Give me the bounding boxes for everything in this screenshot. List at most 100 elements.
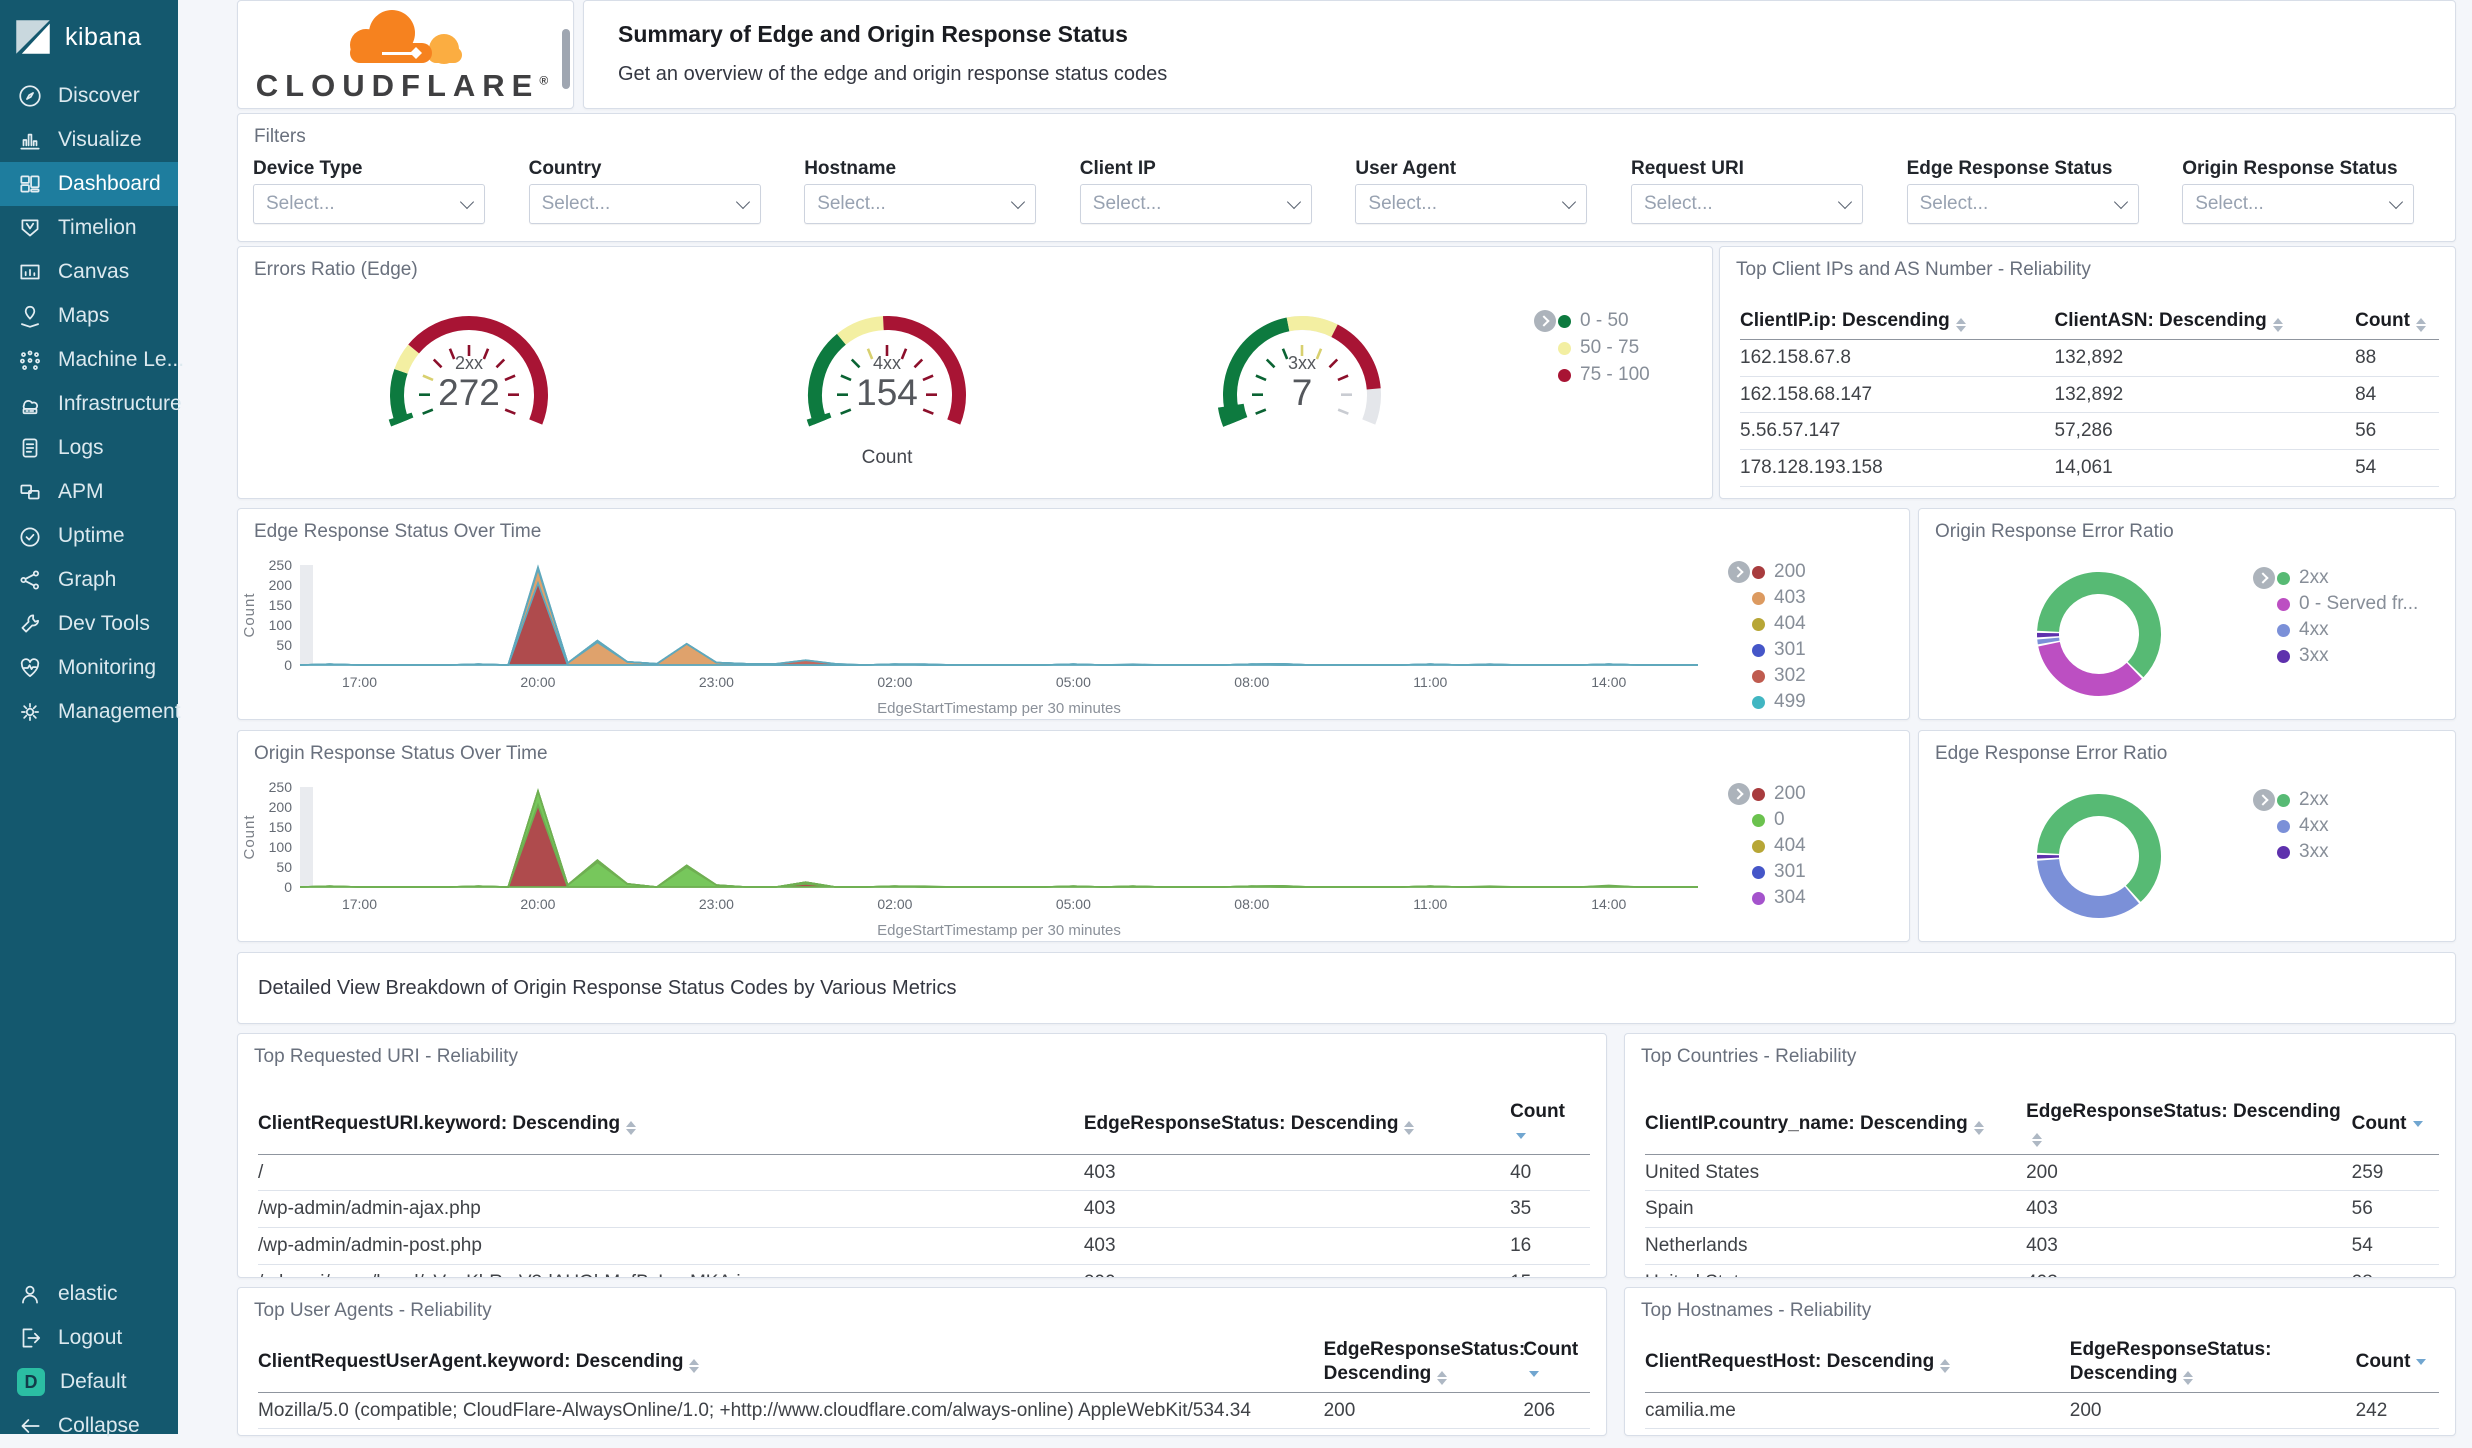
sidebar-item-machine-le[interactable]: Machine Le...: [0, 338, 178, 382]
sidebar-nav: DiscoverVisualizeDashboardTimelionCanvas…: [0, 74, 178, 734]
filter-placeholder: Select...: [2195, 193, 2264, 215]
sidebar-item-visualize[interactable]: Visualize: [0, 118, 178, 162]
legend-expand-button[interactable]: [2253, 567, 2275, 589]
legend-item[interactable]: 301: [1752, 861, 1806, 883]
sidebar-footer-collapse[interactable]: Collapse: [0, 1404, 178, 1448]
legend-item[interactable]: 0 - 50: [1558, 310, 1629, 332]
legend-item[interactable]: 301: [1752, 639, 1806, 661]
legend-item[interactable]: 404: [1752, 835, 1806, 857]
panel-origin-status-over-time: Origin Response Status Over Time 0501001…: [237, 730, 1910, 942]
legend-item[interactable]: 4xx: [2277, 619, 2329, 641]
column-header[interactable]: EdgeResponseStatus: Descending: [1084, 1106, 1510, 1142]
sort-up-caret: [2183, 1371, 2193, 1377]
column-header[interactable]: Count: [1523, 1332, 1590, 1392]
column-header[interactable]: EdgeResponseStatus: Descending: [2026, 1094, 2352, 1154]
chevron-down-icon: [736, 194, 750, 208]
sidebar-item-canvas[interactable]: Canvas: [0, 250, 178, 294]
legend-item[interactable]: 2xx: [2277, 789, 2329, 811]
column-header[interactable]: ClientIP.ip: Descending: [1740, 303, 2055, 339]
filter-select-origin-response-status[interactable]: Select...: [2182, 184, 2414, 224]
legend-expand-button[interactable]: [1728, 783, 1750, 805]
column-header[interactable]: ClientRequestURI.keyword: Descending: [258, 1106, 1084, 1142]
legend-dot: [1752, 618, 1765, 631]
legend-item[interactable]: 304: [1752, 887, 1806, 909]
legend-dot: [2277, 598, 2290, 611]
table-cell: 15: [1510, 1265, 1590, 1278]
legend-item[interactable]: 4xx: [2277, 815, 2329, 837]
legend-item[interactable]: 0: [1752, 809, 1785, 831]
legend-item[interactable]: 3xx: [2277, 645, 2329, 667]
sidebar-item-apm[interactable]: APM: [0, 470, 178, 514]
filter-label: User Agent: [1355, 158, 1456, 180]
column-header-label: Count: [1510, 1101, 1565, 1122]
legend-expand-button[interactable]: [1534, 310, 1556, 332]
legend-item[interactable]: 302: [1752, 665, 1806, 687]
filter-select-user-agent[interactable]: Select...: [1355, 184, 1587, 224]
legend-dot: [1558, 342, 1571, 355]
sidebar-footer-default[interactable]: DDefault: [0, 1360, 178, 1404]
svg-text:0: 0: [284, 657, 292, 673]
svg-text:Count: Count: [241, 814, 258, 859]
sidebar-item-graph[interactable]: Graph: [0, 558, 178, 602]
panel-edge-status-over-time: Edge Response Status Over Time 050100150…: [237, 508, 1910, 720]
sidebar-item-maps[interactable]: Maps: [0, 294, 178, 338]
legend-expand-button[interactable]: [2253, 789, 2275, 811]
sidebar-item-dev-tools[interactable]: Dev Tools: [0, 602, 178, 646]
legend-item[interactable]: 50 - 75: [1558, 337, 1639, 359]
legend-item[interactable]: 499: [1752, 691, 1806, 713]
filter-select-request-uri[interactable]: Select...: [1631, 184, 1863, 224]
legend-item[interactable]: 403: [1752, 587, 1806, 609]
column-header[interactable]: ClientIP.country_name: Descending: [1645, 1106, 2026, 1142]
filter-select-device-type[interactable]: Select...: [253, 184, 485, 224]
column-header[interactable]: Count: [1510, 1094, 1590, 1154]
legend-item[interactable]: 404: [1752, 613, 1806, 635]
filter-select-country[interactable]: Select...: [529, 184, 761, 224]
uptime-icon: [17, 523, 43, 549]
column-header[interactable]: ClientRequestUserAgent.keyword: Descendi…: [258, 1344, 1324, 1380]
legend-expand-button[interactable]: [1728, 561, 1750, 583]
legend-label: 4xx: [2299, 815, 2329, 837]
legend-item[interactable]: 0 - Served fr...: [2277, 593, 2418, 615]
legend-item[interactable]: 3xx: [2277, 841, 2329, 863]
filter-select-client-ip[interactable]: Select...: [1080, 184, 1312, 224]
sidebar-item-dashboard[interactable]: Dashboard: [0, 162, 178, 206]
sidebar-item-label: APM: [58, 480, 104, 504]
legend-item[interactable]: 2xx: [2277, 567, 2329, 589]
column-header[interactable]: ClientRequestHost: Descending: [1645, 1344, 2070, 1380]
sidebar-item-monitoring[interactable]: Monitoring: [0, 646, 178, 690]
svg-text:14:00: 14:00: [1591, 674, 1626, 690]
column-header[interactable]: Count: [2355, 303, 2439, 339]
column-header[interactable]: EdgeResponseStatus: Descending: [1324, 1332, 1524, 1392]
column-header[interactable]: EdgeResponseStatus: Descending: [2070, 1332, 2356, 1392]
sidebar-item-infrastructure[interactable]: Infrastructure: [0, 382, 178, 426]
panel-top-requested-uri: Top Requested URI - Reliability ClientRe…: [237, 1033, 1607, 1278]
sidebar-item-logs[interactable]: Logs: [0, 426, 178, 470]
sidebar-item-timelion[interactable]: Timelion: [0, 206, 178, 250]
kibana-logo[interactable]: kibana: [0, 0, 178, 74]
table-row: Spain40356: [1645, 1191, 2439, 1228]
column-header[interactable]: Count: [2356, 1344, 2439, 1380]
legend-label: 301: [1774, 639, 1806, 661]
sidebar-footer-elastic[interactable]: elastic: [0, 1272, 178, 1316]
sort-icon: [2032, 1133, 2042, 1147]
sidebar-footer-logout[interactable]: Logout: [0, 1316, 178, 1360]
sidebar-item-uptime[interactable]: Uptime: [0, 514, 178, 558]
legend-item[interactable]: 75 - 100: [1558, 364, 1650, 386]
svg-text:11:00: 11:00: [1413, 896, 1447, 912]
sidebar-item-label: Machine Le...: [58, 348, 184, 372]
panel-scrollbar[interactable]: [562, 29, 570, 89]
sidebar-item-management[interactable]: Management: [0, 690, 178, 734]
table-row: 178.128.193.15814,06154: [1740, 450, 2439, 487]
legend-item[interactable]: 200: [1752, 561, 1806, 583]
filter-select-hostname[interactable]: Select...: [804, 184, 1036, 224]
legend-label: 2xx: [2299, 789, 2329, 811]
column-header-label: EdgeResponseStatus: Descending: [1324, 1339, 1526, 1384]
legend-label: 499: [1774, 691, 1806, 713]
legend-item[interactable]: 200: [1752, 783, 1806, 805]
column-header[interactable]: Count: [2352, 1106, 2439, 1142]
column-header[interactable]: ClientASN: Descending: [2055, 303, 2356, 339]
legend-label: 301: [1774, 861, 1806, 883]
sidebar-item-discover[interactable]: Discover: [0, 74, 178, 118]
filter-select-edge-response-status[interactable]: Select...: [1907, 184, 2139, 224]
sort-down-caret: [1404, 1129, 1414, 1135]
